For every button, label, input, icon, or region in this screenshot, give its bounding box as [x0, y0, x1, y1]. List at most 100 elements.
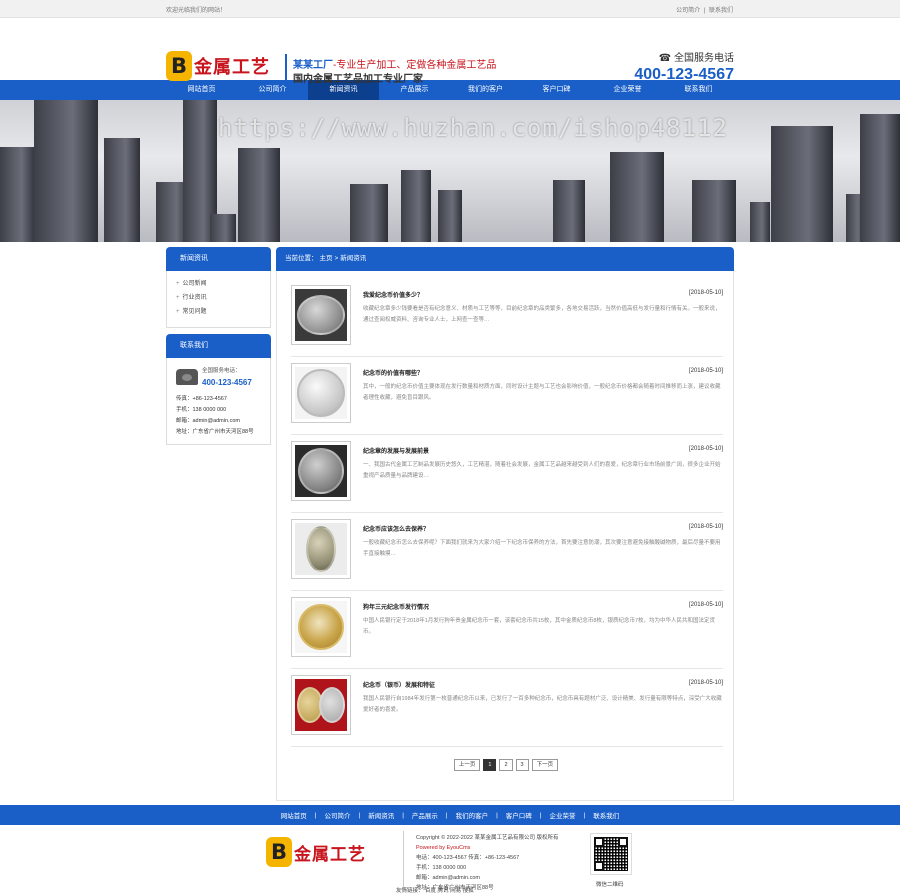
footer-nav-clients[interactable]: 我们的客户: [456, 810, 489, 820]
coin-image: [295, 523, 347, 575]
logo-mark: B: [166, 51, 192, 81]
next-page-button[interactable]: 下一页: [531, 759, 559, 771]
news-summary: 其中，一般的纪念币价值主要体现在发行数量和材质方面，同时设计主题与工艺也会影响价…: [363, 384, 721, 401]
footer-nav-home[interactable]: 网站首页: [281, 810, 307, 820]
sidebar-item-industry-news[interactable]: 行业资讯: [176, 291, 262, 305]
top-link-sep: |: [703, 8, 706, 14]
contact-fax: 传真：+86-123-4567: [176, 396, 227, 402]
building: [0, 147, 36, 242]
breadcrumb-current: 新闻资讯: [340, 255, 367, 262]
contact-email: 邮箱：admin@admin.com: [176, 418, 240, 424]
news-title[interactable]: 狗年三元纪念币发行情况: [363, 602, 429, 611]
top-link-contact[interactable]: 联系我们: [709, 8, 733, 14]
sidebar-item-company-news[interactable]: 公司新闻: [176, 277, 262, 291]
site-logo[interactable]: B 金属工艺: [166, 51, 270, 81]
news-thumbnail[interactable]: [291, 363, 351, 423]
news-summary: 一般收藏纪念币怎么去保养呢？下面我们就来为大家介绍一下纪念币保养的方法，首先要注…: [363, 540, 721, 557]
breadcrumb-label: 当前位置：: [285, 255, 318, 262]
top-bar: 欢迎光临我们的网站！ 公司简介 | 联系我们: [0, 0, 900, 18]
footer-nav-honors[interactable]: 企业荣誉: [550, 810, 576, 820]
news-thumbnail[interactable]: [291, 441, 351, 501]
news-title[interactable]: 我爱纪念币价值多少？: [363, 290, 423, 299]
building: [401, 170, 431, 242]
contact-hotline-number: 400-123-4567: [202, 378, 252, 387]
news-list: 我爱纪念币价值多少？ [2018-05-10] 收藏纪念章多少钱要看是否有纪念意义…: [276, 271, 734, 801]
news-title[interactable]: 纪念币应该怎么去保养？: [363, 524, 429, 533]
footer-nav-reviews[interactable]: 客户口碑: [506, 810, 532, 820]
building: [238, 148, 280, 242]
building: [34, 100, 98, 242]
page-3-button[interactable]: 3: [515, 759, 529, 771]
sidebar-title: 新闻资讯: [166, 247, 271, 271]
news-date: [2018-05-10]: [688, 446, 723, 452]
nav-clients[interactable]: 我们的客户: [450, 80, 521, 100]
qr-label: 微信二维码: [596, 882, 624, 888]
building: [350, 184, 388, 242]
news-item[interactable]: 我爱纪念币价值多少？ [2018-05-10] 收藏纪念章多少钱要看是否有纪念意义…: [291, 279, 723, 357]
coin-image: [295, 601, 347, 653]
news-summary: 收藏纪念章多少钱要看是否有纪念意义、材质与工艺等等，目前纪念章的品类繁多，各地交…: [363, 306, 721, 323]
news-summary: 我国人民银行自1984年发行第一枚普通纪念币以来，已发行了一百多种纪念币，纪念币…: [363, 696, 722, 713]
contact-address: 地址：广东省广州市天河区88号: [176, 429, 254, 435]
header-divider: [285, 54, 287, 84]
footer-nav-products[interactable]: 产品展示: [412, 810, 438, 820]
top-link-about[interactable]: 公司简介: [676, 8, 700, 14]
contact-box: 全国服务电话： 400-123-4567 传真：+86-123-4567 手机：…: [166, 358, 271, 445]
news-thumbnail[interactable]: [291, 285, 351, 345]
page-2-button[interactable]: 2: [499, 759, 513, 771]
main-nav: 网站首页 公司简介 新闻资讯 产品展示 我们的客户 客户口碑 企业荣誉 联系我们: [0, 80, 900, 100]
building: [692, 180, 736, 242]
sidebar-item-faq[interactable]: 常见问题: [176, 305, 262, 319]
news-item[interactable]: 纪念章的发展与发展前景 [2018-05-10] 一、我国古代金属工艺制品发展历史…: [291, 435, 723, 513]
news-thumbnail[interactable]: [291, 675, 351, 735]
news-item[interactable]: 纪念币应该怎么去保养？ [2018-05-10] 一般收藏纪念币怎么去保养呢？下面…: [291, 513, 723, 591]
building: [750, 202, 770, 242]
footer-divider: [403, 831, 404, 889]
watermark-text: https://www.huzhan.com/ishop48112: [218, 114, 728, 142]
qr-pattern: [594, 837, 628, 871]
building: [771, 126, 833, 242]
news-thumbnail[interactable]: [291, 597, 351, 657]
news-thumbnail[interactable]: [291, 519, 351, 579]
news-date: [2018-05-10]: [688, 290, 723, 296]
footer-nav-news[interactable]: 新闻资讯: [368, 810, 394, 820]
coin-image: [295, 445, 347, 497]
breadcrumb-home[interactable]: 主页: [320, 255, 333, 262]
footer-logo-mark: B: [266, 837, 292, 867]
building: [610, 152, 664, 242]
footer-email: 邮箱：admin@admin.com: [416, 875, 480, 881]
hotline-label: ☎ 全国服务电话: [634, 49, 734, 64]
contact-hotline: 全国服务电话： 400-123-4567: [176, 366, 264, 388]
nav-reviews[interactable]: 客户口碑: [521, 80, 592, 100]
news-title[interactable]: 纪念章的发展与发展前景: [363, 446, 429, 455]
coin-image: [295, 289, 347, 341]
news-item[interactable]: 狗年三元纪念币发行情况 [2018-05-10] 中国人民银行定于2018年1月发…: [291, 591, 723, 669]
prev-page-button[interactable]: 上一页: [453, 759, 481, 771]
news-title[interactable]: 纪念币的价值有哪些？: [363, 368, 423, 377]
footer-mobile: 手机：138 0000 000: [416, 865, 467, 871]
banner-image: https://www.huzhan.com/ishop48112: [0, 100, 900, 242]
sidebar-contact: 联系我们 全国服务电话： 400-123-4567 传真：+86-123-456…: [166, 334, 271, 445]
news-item[interactable]: 纪念币的价值有哪些？ [2018-05-10] 其中，一般的纪念币价值主要体现在发…: [291, 357, 723, 435]
news-item[interactable]: 纪念币（银币）发展和特征 [2018-05-10] 我国人民银行自1984年发行第…: [291, 669, 723, 747]
telephone-icon: [176, 369, 198, 385]
footer-nav-about[interactable]: 公司简介: [324, 810, 350, 820]
footer-nav-contact[interactable]: 联系我们: [593, 810, 619, 820]
footer-logo[interactable]: B 金属工艺: [266, 837, 366, 867]
powered-by[interactable]: Powered by EyouCms: [416, 843, 559, 853]
coin-image: [295, 679, 347, 731]
copyright: Copyright © 2022-2022 某某金属工艺品有限公司 版权所有: [416, 835, 559, 841]
building: [210, 214, 236, 242]
footer-nav: 网站首页 | 公司简介 | 新闻资讯 | 产品展示 | 我们的客户 | 客户口碑 | 企业荣…: [0, 805, 900, 825]
hotline-label-text: 全国服务电话: [674, 53, 734, 64]
logo-name: 金属工艺: [194, 57, 270, 77]
pagination: 上一页 1 2 3 下一页: [287, 759, 725, 771]
news-date: [2018-05-10]: [688, 680, 723, 686]
header: B 金属工艺 某某工厂-专业生产加工、定做各种金属工艺品 国内金属工艺品加工专业…: [0, 18, 900, 85]
page-1-button[interactable]: 1: [483, 759, 497, 771]
nav-home[interactable]: 网站首页: [166, 80, 237, 100]
friend-links[interactable]: 友情链接： 百度 腾讯 网易 搜狐: [396, 886, 474, 894]
slogan: 某某工厂-专业生产加工、定做各种金属工艺品: [293, 56, 496, 71]
news-date: [2018-05-10]: [688, 602, 723, 608]
news-title[interactable]: 纪念币（银币）发展和特征: [363, 680, 435, 689]
